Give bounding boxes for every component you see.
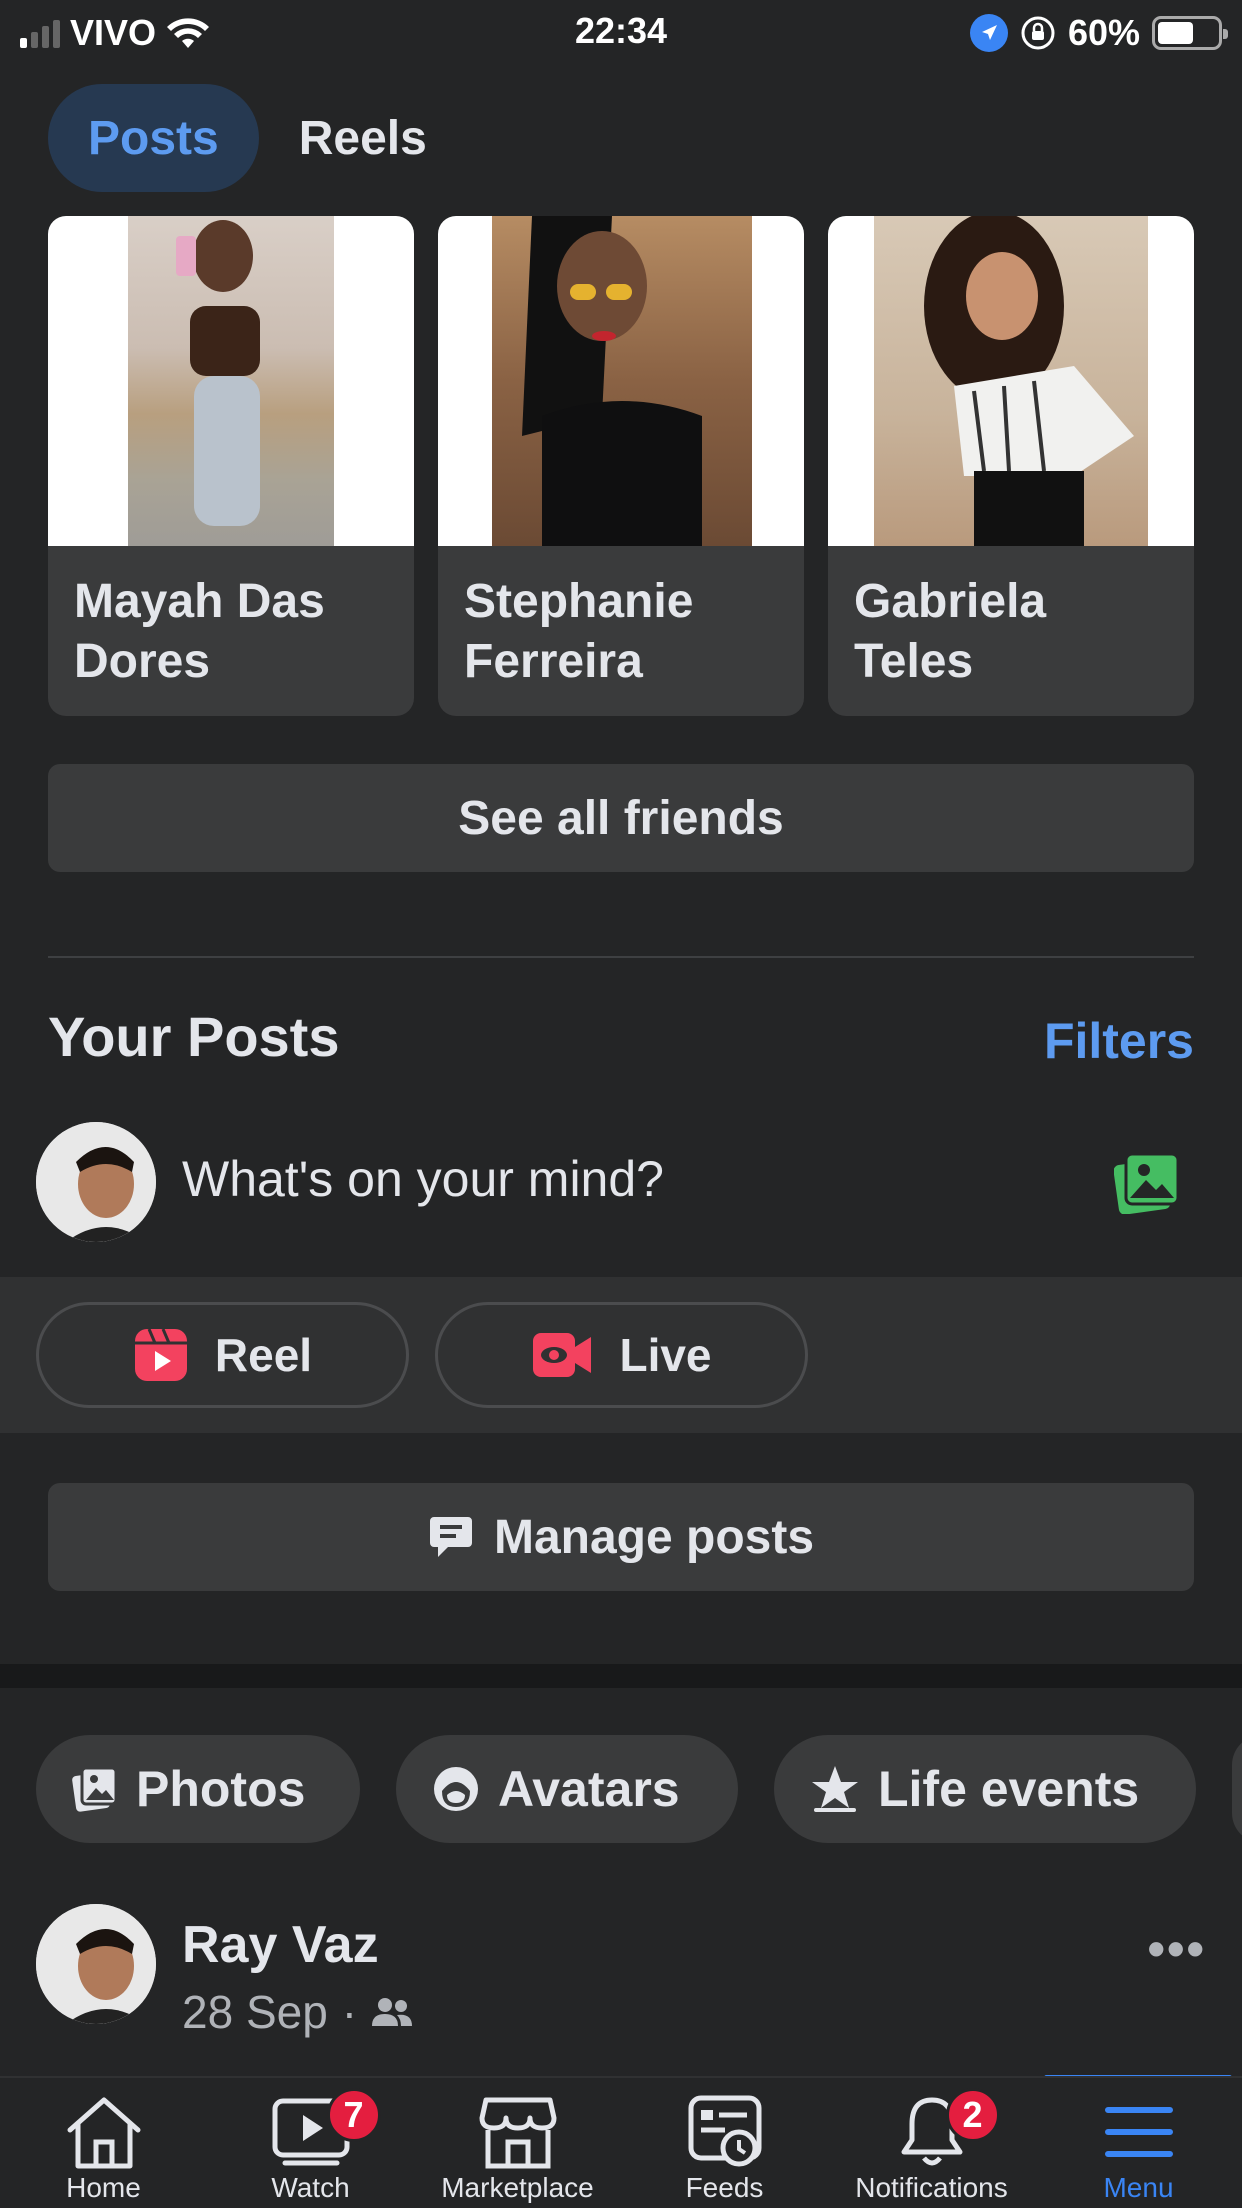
manage-posts-button[interactable]: Manage posts bbox=[48, 1483, 1194, 1591]
avatar-face-icon bbox=[434, 1767, 478, 1811]
avatars-chip[interactable]: Avatars bbox=[396, 1735, 738, 1843]
nav-notifications[interactable]: 2 Notifications bbox=[828, 2078, 1035, 2208]
life-events-label: Life events bbox=[878, 1761, 1140, 1817]
manage-posts-label: Manage posts bbox=[493, 1510, 815, 1564]
nav-watch-label: Watch bbox=[271, 2172, 350, 2203]
chat-bubble-icon bbox=[429, 1517, 472, 1557]
avatars-label: Avatars bbox=[498, 1761, 680, 1817]
friend-photo bbox=[48, 216, 414, 546]
live-video-icon bbox=[533, 1333, 592, 1377]
post-meta: 28 Sep · bbox=[182, 1985, 413, 2039]
avatar[interactable] bbox=[36, 1122, 156, 1242]
filters-link[interactable]: Filters bbox=[1044, 1012, 1194, 1070]
nav-home-label: Home bbox=[66, 2172, 141, 2203]
nav-marketplace-label: Marketplace bbox=[441, 2172, 594, 2203]
watch-badge: 7 bbox=[326, 2088, 381, 2142]
tab-posts[interactable]: Posts bbox=[48, 84, 259, 192]
photos-icon bbox=[72, 1766, 118, 1812]
post-options-icon[interactable]: ••• bbox=[1147, 1920, 1206, 1978]
friend-photo bbox=[828, 216, 1194, 546]
friend-card[interactable]: Mayah Das Dores bbox=[48, 216, 414, 716]
friend-name: Mayah Das Dores bbox=[74, 575, 325, 688]
nav-home[interactable]: Home bbox=[0, 2078, 207, 2208]
profile-tabs: Posts Reels bbox=[48, 84, 467, 192]
photos-label: Photos bbox=[136, 1761, 306, 1817]
reel-icon bbox=[134, 1328, 187, 1381]
nav-menu-label: Menu bbox=[1103, 2172, 1174, 2203]
composer-input[interactable]: What's on your mind? bbox=[182, 1150, 664, 1208]
home-icon bbox=[67, 2097, 140, 2169]
post-author-avatar[interactable] bbox=[36, 1904, 156, 2024]
battery-percent: 60% bbox=[1067, 12, 1140, 53]
friends-audience-icon[interactable] bbox=[371, 1996, 413, 2028]
friend-card[interactable]: Gabriela Teles bbox=[828, 216, 1194, 716]
feeds-icon bbox=[688, 2095, 761, 2167]
see-all-friends-button[interactable]: See all friends bbox=[48, 764, 1194, 872]
friend-name: Gabriela Teles bbox=[854, 575, 1047, 688]
nav-notifications-label: Notifications bbox=[855, 2172, 1008, 2203]
photos-chip[interactable]: Photos bbox=[36, 1735, 360, 1843]
orientation-lock-icon bbox=[1021, 16, 1055, 50]
status-right: 60% bbox=[969, 12, 1228, 54]
meta-separator: · bbox=[341, 1986, 358, 2038]
post-author-name[interactable]: Ray Vaz bbox=[182, 1915, 379, 1975]
bottom-navigation: Home 7 Watch Marketplace Feeds 2 Notific… bbox=[0, 2076, 1242, 2208]
reel-label: Reel bbox=[214, 1329, 313, 1381]
post-date[interactable]: 28 Sep bbox=[182, 1985, 328, 2039]
marketplace-store-icon bbox=[479, 2097, 556, 2169]
more-chip[interactable] bbox=[1232, 1735, 1242, 1843]
live-button[interactable]: Live bbox=[435, 1302, 808, 1408]
nav-feeds[interactable]: Feeds bbox=[621, 2078, 828, 2208]
photo-add-icon[interactable] bbox=[1114, 1152, 1180, 1214]
menu-hamburger-icon bbox=[1104, 2107, 1173, 2157]
location-arrow-icon bbox=[969, 14, 1008, 52]
battery-icon bbox=[1152, 16, 1228, 50]
section-separator bbox=[0, 1664, 1242, 1688]
tab-reels[interactable]: Reels bbox=[259, 84, 467, 192]
reel-button[interactable]: Reel bbox=[36, 1302, 409, 1408]
status-bar: VIVO 22:34 60% bbox=[0, 0, 1242, 62]
your-posts-title: Your Posts bbox=[48, 1005, 340, 1068]
friend-card[interactable]: Stephanie Ferreira bbox=[438, 216, 804, 716]
friend-photo bbox=[438, 216, 804, 546]
nav-watch[interactable]: 7 Watch bbox=[207, 2078, 414, 2208]
notifications-badge: 2 bbox=[945, 2088, 1000, 2142]
friend-name: Stephanie Ferreira bbox=[464, 575, 694, 688]
nav-menu[interactable]: Menu bbox=[1035, 2078, 1242, 2208]
section-divider bbox=[48, 956, 1194, 958]
friends-grid: Mayah Das Dores Stephanie Ferreira Gabri… bbox=[48, 216, 1194, 716]
nav-feeds-label: Feeds bbox=[685, 2172, 764, 2203]
life-events-chip[interactable]: Life events bbox=[774, 1735, 1196, 1843]
star-flag-icon bbox=[812, 1766, 858, 1812]
live-label: Live bbox=[619, 1329, 712, 1381]
see-all-friends-label: See all friends bbox=[458, 791, 784, 845]
nav-marketplace[interactable]: Marketplace bbox=[414, 2078, 621, 2208]
